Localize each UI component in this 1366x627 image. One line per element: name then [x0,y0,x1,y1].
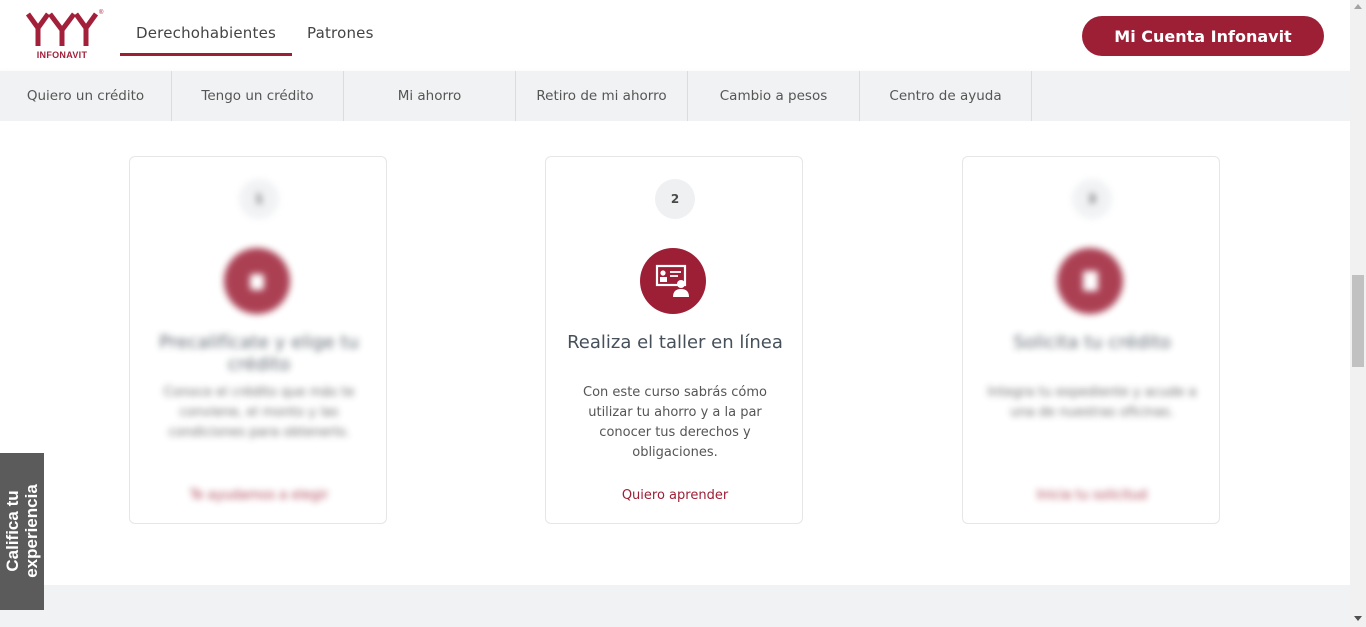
step-link[interactable]: Inicia tu solicitud [973,488,1211,503]
tab-derechohabientes[interactable]: Derechohabientes [120,24,292,56]
subnav-item-centro-ayuda[interactable]: Centro de ayuda [860,71,1032,121]
step-link[interactable]: Te ayudamos a elegir [140,488,378,503]
infonavit-logo[interactable]: INFONAVIT ® [25,10,106,62]
feedback-tab[interactable]: Califica tu experiencia [0,453,44,610]
subnav-item-mi-ahorro[interactable]: Mi ahorro [344,71,516,121]
infonavit-logo-icon [25,12,99,46]
registered-mark: ® [99,10,104,16]
subnav-item-retiro[interactable]: Retiro de mi ahorro [516,71,688,121]
step-number: 1 [239,179,279,219]
subnav-item-quiero-credito[interactable]: Quiero un crédito [0,71,172,121]
hand-icon [224,248,290,314]
subnav-item-cambio-pesos[interactable]: Cambio a pesos [688,71,860,121]
step-card-3: 3 Solicita tu crédito Integra tu expedie… [962,156,1220,524]
steps-section: 1 Precalifícate y elige tu crédito Conoc… [0,121,1350,585]
subnav-item-tengo-credito[interactable]: Tengo un crédito [172,71,344,121]
online-class-icon [640,248,706,314]
step-card-1: 1 Precalifícate y elige tu crédito Conoc… [129,156,387,524]
step-title: Solicita tu crédito [1013,332,1171,353]
step-title: Realiza el taller en línea [567,332,783,353]
step-number: 3 [1072,179,1112,219]
document-icon [1057,248,1123,314]
secondary-nav: Quiero un crédito Tengo un crédito Mi ah… [0,71,1350,121]
scroll-down-arrow-icon[interactable] [1354,616,1362,621]
quiero-aprender-link[interactable]: Quiero aprender [556,488,794,503]
step-description: Con este curso sabrás cómo utilizar tu a… [583,385,767,460]
step-title: Precalifícate y elige tu crédito [159,332,359,375]
page-scrollbar[interactable] [1350,0,1366,627]
feedback-line-1: Califica tu [3,490,22,572]
step-number: 2 [655,179,695,219]
mi-cuenta-button[interactable]: Mi Cuenta Infonavit [1082,16,1324,56]
footer-band [0,585,1350,627]
step-description: Integra tu expediente y acude a una de n… [987,385,1197,420]
feedback-label: Califica tu experiencia [3,484,41,578]
feedback-line-2: experiencia [22,484,41,578]
step-description: Conoce el crédito que más te conviene, e… [163,385,355,440]
step-card-2: 2 Realiza el taller en línea Con este cu… [545,156,803,524]
tab-patrones[interactable]: Patrones [307,24,374,56]
site-header: INFONAVIT ® Derechohabientes Patrones Mi… [0,0,1350,71]
scrollbar-thumb[interactable] [1352,275,1364,367]
scroll-up-arrow-icon[interactable] [1354,4,1362,9]
logo-text: INFONAVIT [36,50,88,60]
